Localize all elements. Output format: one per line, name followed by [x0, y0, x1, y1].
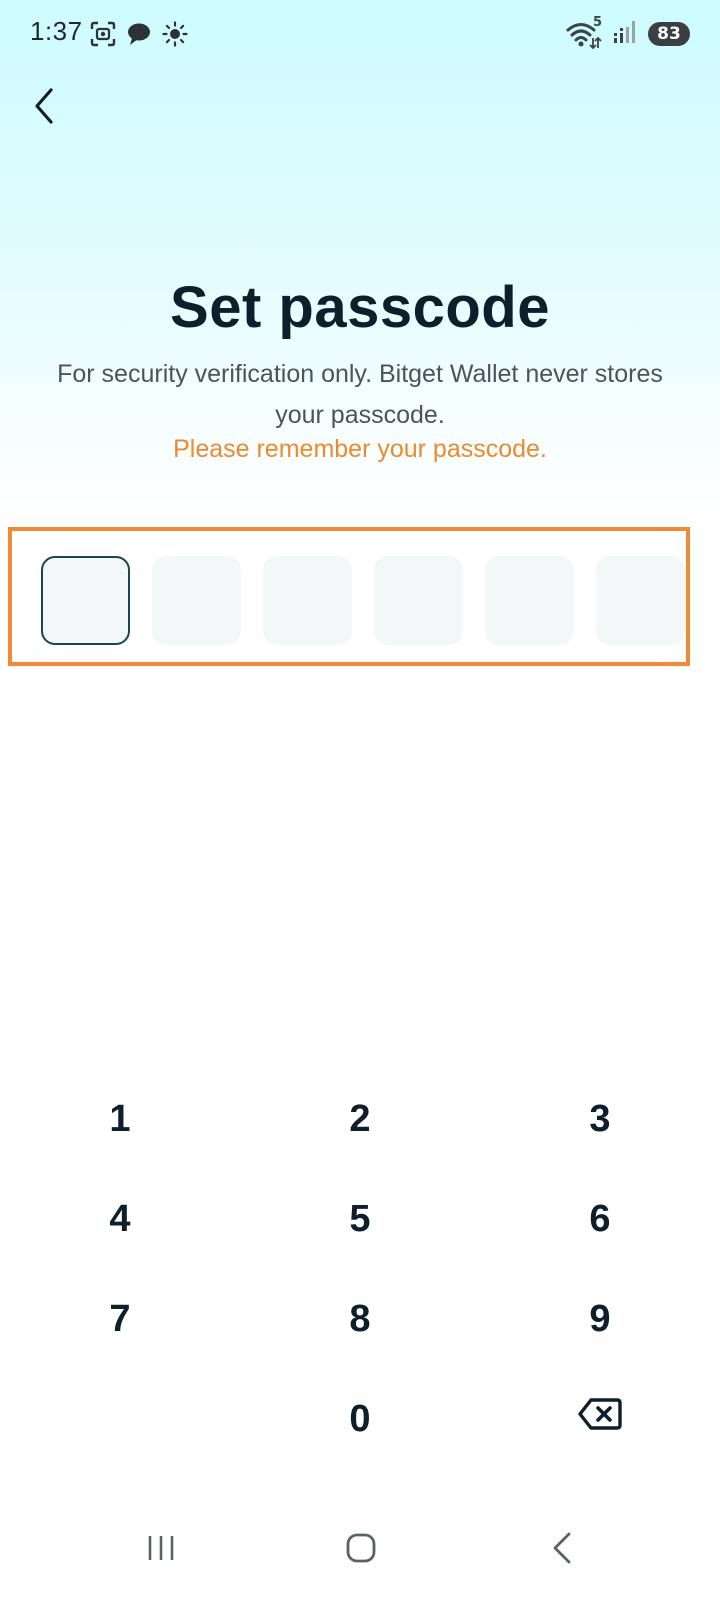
passcode-cell-5[interactable]	[485, 556, 574, 645]
passcode-cell-3[interactable]	[263, 556, 352, 645]
screenshot-icon	[90, 21, 116, 47]
chevron-left-icon	[29, 86, 59, 131]
home-icon	[345, 1532, 377, 1569]
home-button[interactable]	[321, 1520, 401, 1580]
security-description: For security verification only. Bitget W…	[57, 360, 663, 429]
key-9[interactable]: 9	[500, 1274, 700, 1364]
recents-icon	[146, 1533, 176, 1568]
status-icons-right: 5 83	[566, 15, 690, 50]
status-icons-left	[90, 20, 188, 48]
brightness-icon	[162, 21, 188, 47]
remember-passcode-warning: Please remember your passcode.	[173, 435, 547, 463]
passcode-cell-4[interactable]	[374, 556, 463, 645]
key-7[interactable]: 7	[20, 1274, 220, 1364]
system-navigation-bar	[0, 1510, 720, 1600]
chat-bubble-icon	[126, 22, 152, 46]
key-4[interactable]: 4	[20, 1174, 220, 1264]
key-3[interactable]: 3	[500, 1074, 700, 1164]
passcode-cell-1[interactable]	[41, 556, 130, 645]
recents-button[interactable]	[121, 1520, 201, 1580]
delete-key[interactable]	[500, 1374, 700, 1464]
battery-indicator: 83	[648, 22, 690, 46]
passcode-input[interactable]	[8, 527, 690, 666]
status-bar: 1:37 5 83	[0, 0, 720, 68]
system-back-button[interactable]	[522, 1520, 602, 1580]
wifi-icon: 5	[566, 15, 602, 50]
passcode-cell-2[interactable]	[152, 556, 241, 645]
back-icon	[550, 1531, 574, 1570]
backspace-icon	[578, 1397, 622, 1441]
key-8[interactable]: 8	[260, 1274, 460, 1364]
signal-icon	[612, 19, 638, 50]
key-0[interactable]: 0	[260, 1374, 460, 1464]
wifi-badge: 5	[592, 15, 602, 30]
passcode-cell-6[interactable]	[596, 556, 685, 645]
numeric-keypad: 1 2 3 4 5 6 7 8 9 0	[0, 1074, 720, 1474]
key-5[interactable]: 5	[260, 1174, 460, 1264]
key-2[interactable]: 2	[260, 1074, 460, 1164]
status-time: 1:37	[30, 16, 83, 46]
back-button[interactable]	[20, 84, 68, 132]
key-1[interactable]: 1	[20, 1074, 220, 1164]
key-6[interactable]: 6	[500, 1174, 700, 1264]
page-title: Set passcode	[170, 275, 550, 340]
